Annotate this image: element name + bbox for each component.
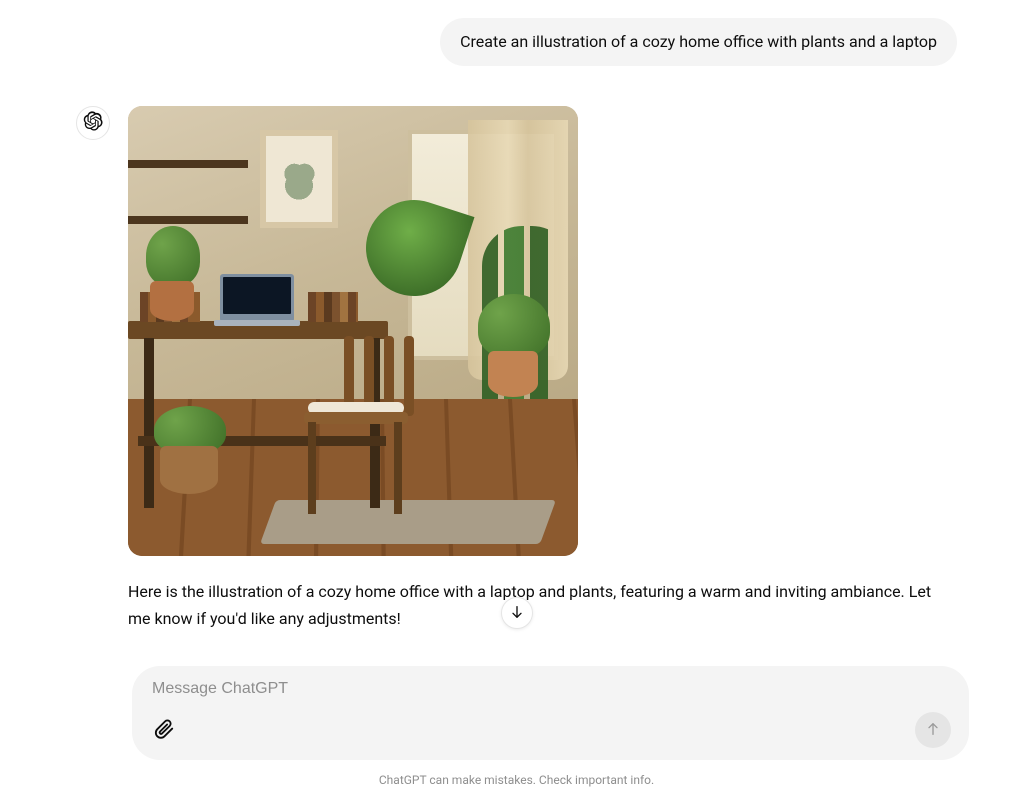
user-message-text: Create an illustration of a cozy home of… [460,32,937,51]
scroll-to-bottom-button[interactable] [501,597,533,629]
image-illustration [128,106,578,556]
assistant-avatar [76,106,110,140]
arrow-down-icon [509,604,525,623]
user-message-row: Create an illustration of a cozy home of… [76,18,957,66]
composer-toolbar [150,712,951,748]
generated-image[interactable] [128,106,578,556]
composer [132,666,969,760]
user-message-bubble: Create an illustration of a cozy home of… [440,18,957,66]
disclaimer-text: ChatGPT can make mistakes. Check importa… [0,773,1033,787]
assistant-message-row: Here is the illustration of a cozy home … [76,106,957,632]
attach-button[interactable] [150,716,178,744]
assistant-content: Here is the illustration of a cozy home … [128,106,957,632]
paperclip-icon [153,718,175,743]
assistant-message-text: Here is the illustration of a cozy home … [128,578,957,632]
arrow-up-icon [925,721,941,740]
send-button[interactable] [915,712,951,748]
chatgpt-logo-icon [83,111,103,135]
message-input[interactable] [150,680,951,698]
